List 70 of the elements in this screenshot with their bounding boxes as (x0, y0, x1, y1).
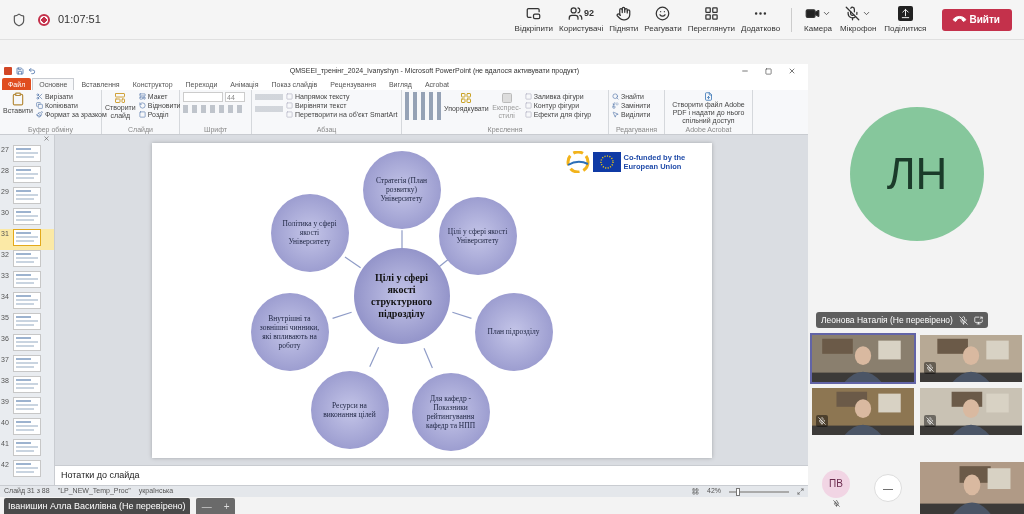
clipboard-icon (10, 92, 25, 106)
tool-icon (138, 93, 146, 100)
tool-icon (612, 111, 619, 118)
toolbar-button[interactable]: 92 Користувачі (556, 4, 607, 35)
center-node: Цілі у сфері якості структурного підрозділу (353, 247, 450, 344)
chevron-icon (822, 9, 832, 18)
tool-icon (612, 93, 619, 100)
toolbar-button[interactable]: Підняти (606, 4, 642, 35)
tool-icon (138, 111, 146, 118)
hand-icon (616, 6, 632, 21)
font-name-field[interactable] (183, 92, 223, 102)
fit-slide-icon[interactable] (797, 488, 804, 495)
more-participants-button[interactable]: — (874, 474, 902, 502)
leave-button[interactable]: Вийти (942, 8, 1012, 31)
connector-line (422, 347, 433, 369)
participant-avatar: ПВ (822, 469, 850, 498)
toolbar-button[interactable]: Камера (800, 4, 837, 35)
project-logo (565, 150, 590, 173)
slide-icon (114, 92, 127, 104)
connector-line (451, 311, 472, 319)
eu-flag-icon (592, 151, 621, 172)
toolbar-button[interactable]: Мікрофон (836, 4, 881, 35)
tool-icon (138, 102, 146, 109)
toolbar-button[interactable]: Поділитися (880, 4, 931, 35)
tool-icon (35, 111, 43, 118)
undo-icon[interactable] (28, 67, 36, 75)
toolbar-button[interactable]: Додатково (738, 4, 784, 35)
participant-count: 92 (584, 6, 595, 20)
minimize-icon[interactable] (741, 67, 749, 75)
save-icon[interactable] (16, 67, 24, 75)
close-pane-icon[interactable] (43, 135, 50, 142)
connector-line (331, 311, 352, 319)
pdf-share-icon (704, 92, 713, 101)
connector-line (368, 346, 379, 367)
mic-off-icon (832, 499, 840, 507)
screen-share-icon (973, 315, 983, 325)
notes-field[interactable]: Нотатки до слайда (61, 468, 140, 483)
zoom-out-button[interactable]: — (195, 498, 218, 514)
toolbar-button[interactable]: Переглянути (684, 4, 739, 35)
zoom-slider-thumb[interactable] (736, 487, 740, 496)
app-icon (4, 67, 12, 75)
toolbar-button[interactable]: Реагувати (641, 4, 685, 35)
participant-name: Леонова Наталія (Не перевірено) (821, 313, 953, 327)
grid-icon (703, 6, 719, 21)
styles-icon (500, 92, 513, 104)
tool-icon (35, 102, 43, 109)
call-timer: 01:07:51 (58, 12, 101, 28)
connector-line (400, 229, 403, 249)
tool-icon (612, 102, 619, 109)
zoom-in-button[interactable]: + (217, 498, 236, 514)
connector-line (343, 255, 361, 268)
people-icon (568, 6, 584, 21)
unpin-icon (526, 6, 542, 21)
presenter-name: Іванишин Алла Василівна (Не перевірено) (4, 498, 190, 514)
tool-icon (35, 93, 43, 100)
restore-icon[interactable] (765, 67, 772, 75)
close-icon[interactable] (788, 67, 796, 75)
smile-icon (655, 6, 671, 21)
mic-off-icon (926, 417, 934, 425)
toolbar-button[interactable]: Відкріпити (511, 4, 557, 35)
mic-off-icon (958, 315, 968, 325)
chevron-icon (862, 9, 872, 18)
mic-off-icon (818, 417, 826, 425)
font-format-buttons[interactable] (183, 105, 245, 113)
shapes-gallery[interactable] (405, 92, 441, 120)
view-mode-icon[interactable] (692, 488, 699, 495)
mic-off-icon (926, 364, 934, 372)
shield-icon (12, 12, 26, 27)
arrange-icon (460, 92, 473, 104)
avatar: ЛН (850, 106, 984, 241)
